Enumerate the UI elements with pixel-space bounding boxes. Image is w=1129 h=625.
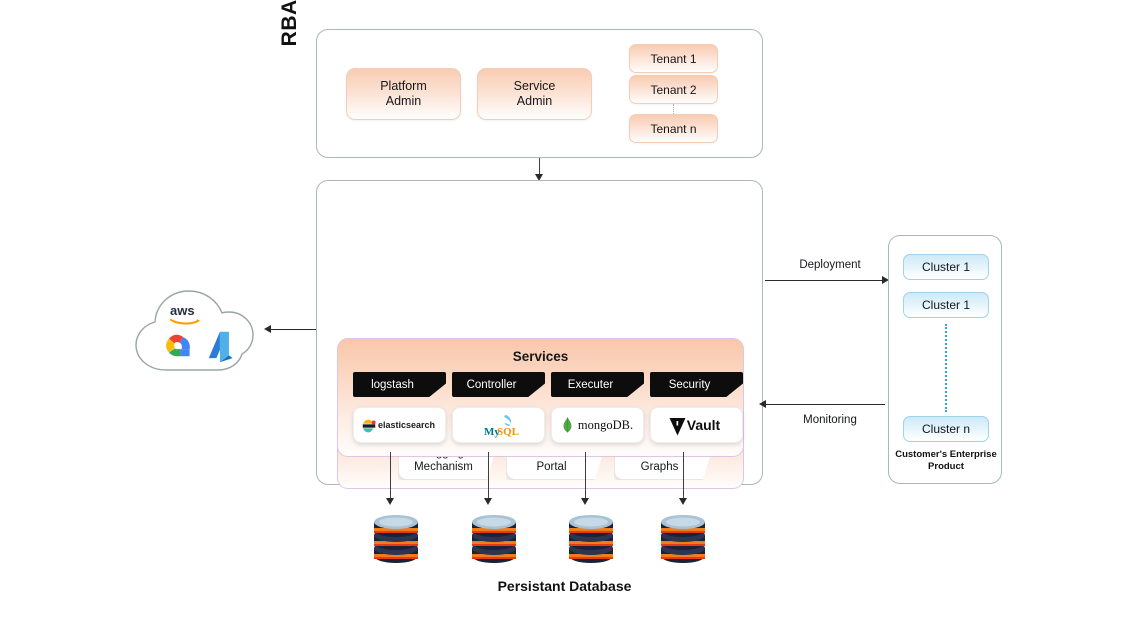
architecture-diagram: RBAC Platform Admin Service Admin Tenant… [0,0,1129,625]
db-arrow-head-1 [386,498,394,505]
enterprise-product-panel: Cluster 1 Cluster 1 Cluster n Customer's… [888,235,1002,484]
deployment-arrow-line [765,280,885,282]
tenant-2[interactable]: Tenant 2 [629,75,718,104]
monitoring-arrow-line [765,404,885,406]
database-stack-3 [565,510,617,568]
portal-to-cloud-arrow-head [264,325,271,333]
logo-card-vault[interactable]: Vault [650,407,743,443]
service-banner-logstash[interactable]: logstash [353,372,446,397]
vault-icon [669,417,686,436]
db-arrow-head-3 [581,498,589,505]
aws-icon: aws [168,302,224,328]
logo-card-elasticsearch[interactable]: elasticsearch [353,407,446,443]
database-stack-4 [657,510,709,568]
enterprise-product-caption: Customer's Enterprise Product [895,449,997,472]
cluster-1-second[interactable]: Cluster 1 [903,292,989,318]
tenant-2-label: Tenant 2 [650,82,697,97]
tenant-n[interactable]: Tenant n [629,114,718,143]
tenant-1[interactable]: Tenant 1 [629,44,718,73]
persistant-database-label: Persistant Database [497,578,632,594]
database-stack-2 [468,510,520,568]
service-banner-security[interactable]: Security [650,372,743,397]
deployment-label: Deployment [799,259,861,271]
azure-icon [206,330,238,364]
svg-text:aws: aws [170,303,195,318]
role-service-admin-label: Service Admin [513,79,556,108]
cluster-1-top[interactable]: Cluster 1 [903,254,989,280]
rbac-label: RBAC [278,0,301,47]
cluster-n[interactable]: Cluster n [903,416,989,442]
service-banner-controller[interactable]: Controller [452,372,545,397]
services-section: Services logstash Controller Executer Se… [337,338,744,457]
db-arrow-head-2 [484,498,492,505]
logo-card-mongodb-label: mongoDB. [577,417,634,432]
cluster-n-label: Cluster n [921,422,971,436]
db-arrow-line-3 [585,452,587,502]
tenant-1-label: Tenant 1 [650,51,697,66]
portal-to-cloud-arrow-line [271,329,316,331]
db-arrow-line-4 [683,452,685,502]
monitoring-arrow-head [759,400,766,408]
db-arrow-line-2 [488,452,490,502]
role-platform-admin-label: Platform Admin [380,79,427,108]
elasticsearch-icon [362,419,376,433]
service-banner-logstash-label: logstash [371,378,414,391]
cluster-1-second-label: Cluster 1 [921,298,971,312]
db-arrow-head-4 [679,498,687,505]
tenant-n-label: Tenant n [650,121,697,136]
mysql-icon: My SQL . [483,412,523,440]
service-banner-executer[interactable]: Executer [551,372,644,397]
cloud-shape-icon [135,290,254,371]
logo-card-mongodb[interactable]: mongoDB. [551,407,644,443]
role-platform-admin[interactable]: Platform Admin [346,68,461,120]
db-arrow-line-1 [390,452,392,502]
cluster-connector-dotted-line [945,324,947,412]
google-cloud-icon [162,330,196,364]
logo-card-vault-label: Vault [686,417,721,433]
logo-card-mysql[interactable]: My SQL . [452,407,545,443]
monitoring-label: Monitoring [803,414,857,426]
service-banner-executer-label: Executer [567,378,614,391]
service-banner-controller-label: Controller [466,378,517,391]
microservices-portal-panel: Microservices Portal User Panal Lagging … [316,180,763,489]
service-banner-security-label: Security [668,378,711,391]
cloud-providers-group: aws [122,282,272,380]
services-title: Services [512,349,569,364]
database-stack-1 [370,510,422,568]
logo-card-elasticsearch-label: elasticsearch [377,420,436,430]
cluster-1-top-label: Cluster 1 [921,260,971,274]
rbac-panel: Platform Admin Service Admin Tenant 1 Te… [316,29,763,158]
mongodb-icon [562,417,573,435]
role-service-admin[interactable]: Service Admin [477,68,592,120]
